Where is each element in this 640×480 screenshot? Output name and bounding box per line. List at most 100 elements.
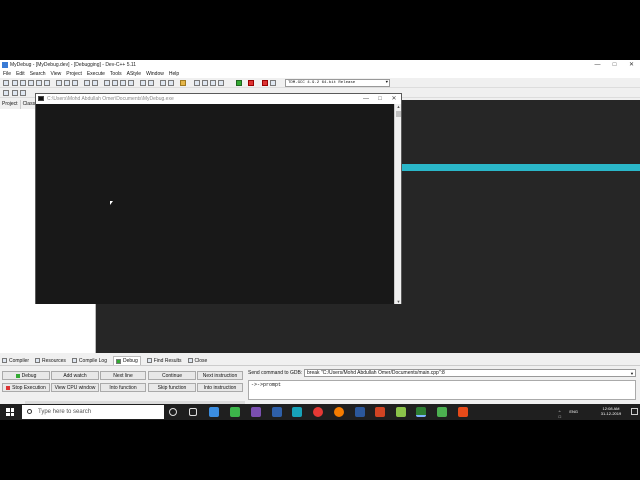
- toggle-bookmark-icon[interactable]: [140, 80, 146, 86]
- language-indicator[interactable]: ENG: [569, 409, 578, 414]
- view-cpu-window-button[interactable]: View CPU window: [51, 383, 99, 392]
- compile-icon[interactable]: [194, 80, 200, 86]
- remove-from-project-icon[interactable]: [168, 80, 174, 86]
- app-green-icon[interactable]: [230, 407, 240, 417]
- menu-astyle[interactable]: AStyle: [127, 70, 141, 78]
- continue-button[interactable]: Continue: [148, 371, 196, 380]
- notification-icon[interactable]: [631, 408, 638, 415]
- run-icon[interactable]: [202, 80, 208, 86]
- profile-icon[interactable]: [270, 80, 276, 86]
- next-instruction-button[interactable]: Next instruction: [197, 371, 243, 380]
- gdb-command-input[interactable]: break "C:/Users/Mohd Abdullah Omer/Docum…: [304, 369, 636, 377]
- paste-icon[interactable]: [72, 80, 78, 86]
- tab-find-results[interactable]: Find Results: [146, 356, 182, 365]
- skip-function-button[interactable]: Skip function: [148, 383, 196, 392]
- devcpp-taskbar-icon[interactable]: [416, 407, 426, 417]
- stop-execution-button[interactable]: Stop Execution: [2, 383, 50, 392]
- menu-search[interactable]: Search: [30, 70, 46, 78]
- tab-project[interactable]: Project: [0, 100, 21, 109]
- debug-button[interactable]: Debug: [2, 371, 50, 380]
- console-close-button[interactable]: ✕: [387, 94, 401, 104]
- close-button[interactable]: ✕: [623, 60, 640, 70]
- check-syntax-icon[interactable]: [236, 80, 242, 86]
- arduino-icon[interactable]: [292, 407, 302, 417]
- menu-window[interactable]: Window: [146, 70, 164, 78]
- app-blue-icon[interactable]: [272, 407, 282, 417]
- browser-icon[interactable]: [334, 407, 344, 417]
- minimize-button[interactable]: —: [589, 60, 606, 70]
- cut-icon[interactable]: [56, 80, 62, 86]
- chrome-icon[interactable]: [313, 407, 323, 417]
- tab-debug[interactable]: Debug: [113, 356, 141, 365]
- app-lime-icon[interactable]: [396, 407, 406, 417]
- task-view-icon[interactable]: [189, 408, 197, 416]
- print-icon[interactable]: [44, 80, 50, 86]
- gdb-output[interactable]: ->->prompt: [248, 380, 636, 400]
- debug-icon[interactable]: [262, 80, 268, 86]
- class-browser-icon[interactable]: [20, 90, 26, 96]
- compile-run-icon[interactable]: [210, 80, 216, 86]
- clock[interactable]: 12:08 AM 31-12-2019: [594, 406, 628, 416]
- menu-help[interactable]: Help: [169, 70, 179, 78]
- windows-start-icon[interactable]: [6, 408, 14, 416]
- new-class-icon[interactable]: [3, 90, 9, 96]
- console-maximize-button[interactable]: □: [373, 94, 387, 104]
- taskbar-search-box[interactable]: Type here to search: [22, 405, 164, 419]
- project-options-icon[interactable]: [180, 80, 186, 86]
- into-instruction-button[interactable]: Into instruction: [197, 383, 243, 392]
- undo-icon[interactable]: [84, 80, 90, 86]
- scroll-thumb[interactable]: [396, 111, 401, 117]
- codeblocks-icon[interactable]: [437, 407, 447, 417]
- check-icon: [116, 358, 121, 364]
- console-output[interactable]: [36, 104, 395, 304]
- menu-tools[interactable]: Tools: [110, 70, 122, 78]
- mouse-cursor-icon: [110, 201, 113, 205]
- menu-edit[interactable]: Edit: [16, 70, 25, 78]
- menu-execute[interactable]: Execute: [87, 70, 105, 78]
- find-icon: [146, 358, 152, 363]
- tab-compiler[interactable]: Compiler: [2, 356, 29, 365]
- console-scrollbar[interactable]: ▲ ▼: [394, 104, 401, 304]
- close-file-icon[interactable]: [36, 80, 42, 86]
- rebuild-icon[interactable]: [218, 80, 224, 86]
- new-file-icon[interactable]: [3, 80, 9, 86]
- menu-view[interactable]: View: [51, 70, 62, 78]
- menu-bar: File Edit Search View Project Execute To…: [0, 70, 640, 78]
- add-watch-button[interactable]: Add watch: [51, 371, 99, 380]
- next-line-button[interactable]: Next line: [100, 371, 146, 380]
- maximize-button[interactable]: □: [606, 60, 623, 70]
- stop-icon[interactable]: [248, 80, 254, 86]
- goto-bookmark-icon[interactable]: [148, 80, 154, 86]
- log-icon: [71, 358, 77, 363]
- console-minimize-button[interactable]: —: [359, 94, 373, 104]
- replace-icon[interactable]: [112, 80, 118, 86]
- tab-resources[interactable]: Resources: [35, 356, 66, 365]
- visual-studio-icon[interactable]: [251, 407, 261, 417]
- cortana-icon[interactable]: [169, 408, 177, 416]
- menu-project[interactable]: Project: [66, 70, 82, 78]
- copy-icon[interactable]: [64, 80, 70, 86]
- search-icon[interactable]: [104, 80, 110, 86]
- powerpoint-icon[interactable]: [375, 407, 385, 417]
- scroll-up-icon[interactable]: ▲: [395, 104, 402, 109]
- goto-line-icon[interactable]: [128, 80, 134, 86]
- add-to-project-icon[interactable]: [160, 80, 166, 86]
- scroll-down-icon[interactable]: ▼: [395, 299, 402, 304]
- edge-icon[interactable]: [209, 407, 219, 417]
- insert-icon[interactable]: [12, 90, 18, 96]
- menu-file[interactable]: File: [3, 70, 11, 78]
- tab-close[interactable]: Close: [187, 356, 207, 365]
- open-icon[interactable]: [12, 80, 18, 86]
- console-title: C:\Users\Mohd Abdullah Omer\Documents\My…: [47, 96, 174, 102]
- app-orange-icon[interactable]: [458, 407, 468, 417]
- word-icon[interactable]: [355, 407, 365, 417]
- save-icon[interactable]: [20, 80, 26, 86]
- console-window[interactable]: C:\Users\Mohd Abdullah Omer\Documents\My…: [35, 93, 402, 304]
- save-all-icon[interactable]: [28, 80, 34, 86]
- find-next-icon[interactable]: [120, 80, 126, 86]
- into-function-button[interactable]: Into function: [100, 383, 146, 392]
- compiler-select[interactable]: TDM-GCC 4.9.2 64-bit Release ▼: [285, 79, 390, 87]
- tray-icons[interactable]: ^ □ ♪: [559, 409, 562, 420]
- tab-compile-log[interactable]: Compile Log: [71, 356, 107, 365]
- redo-icon[interactable]: [92, 80, 98, 86]
